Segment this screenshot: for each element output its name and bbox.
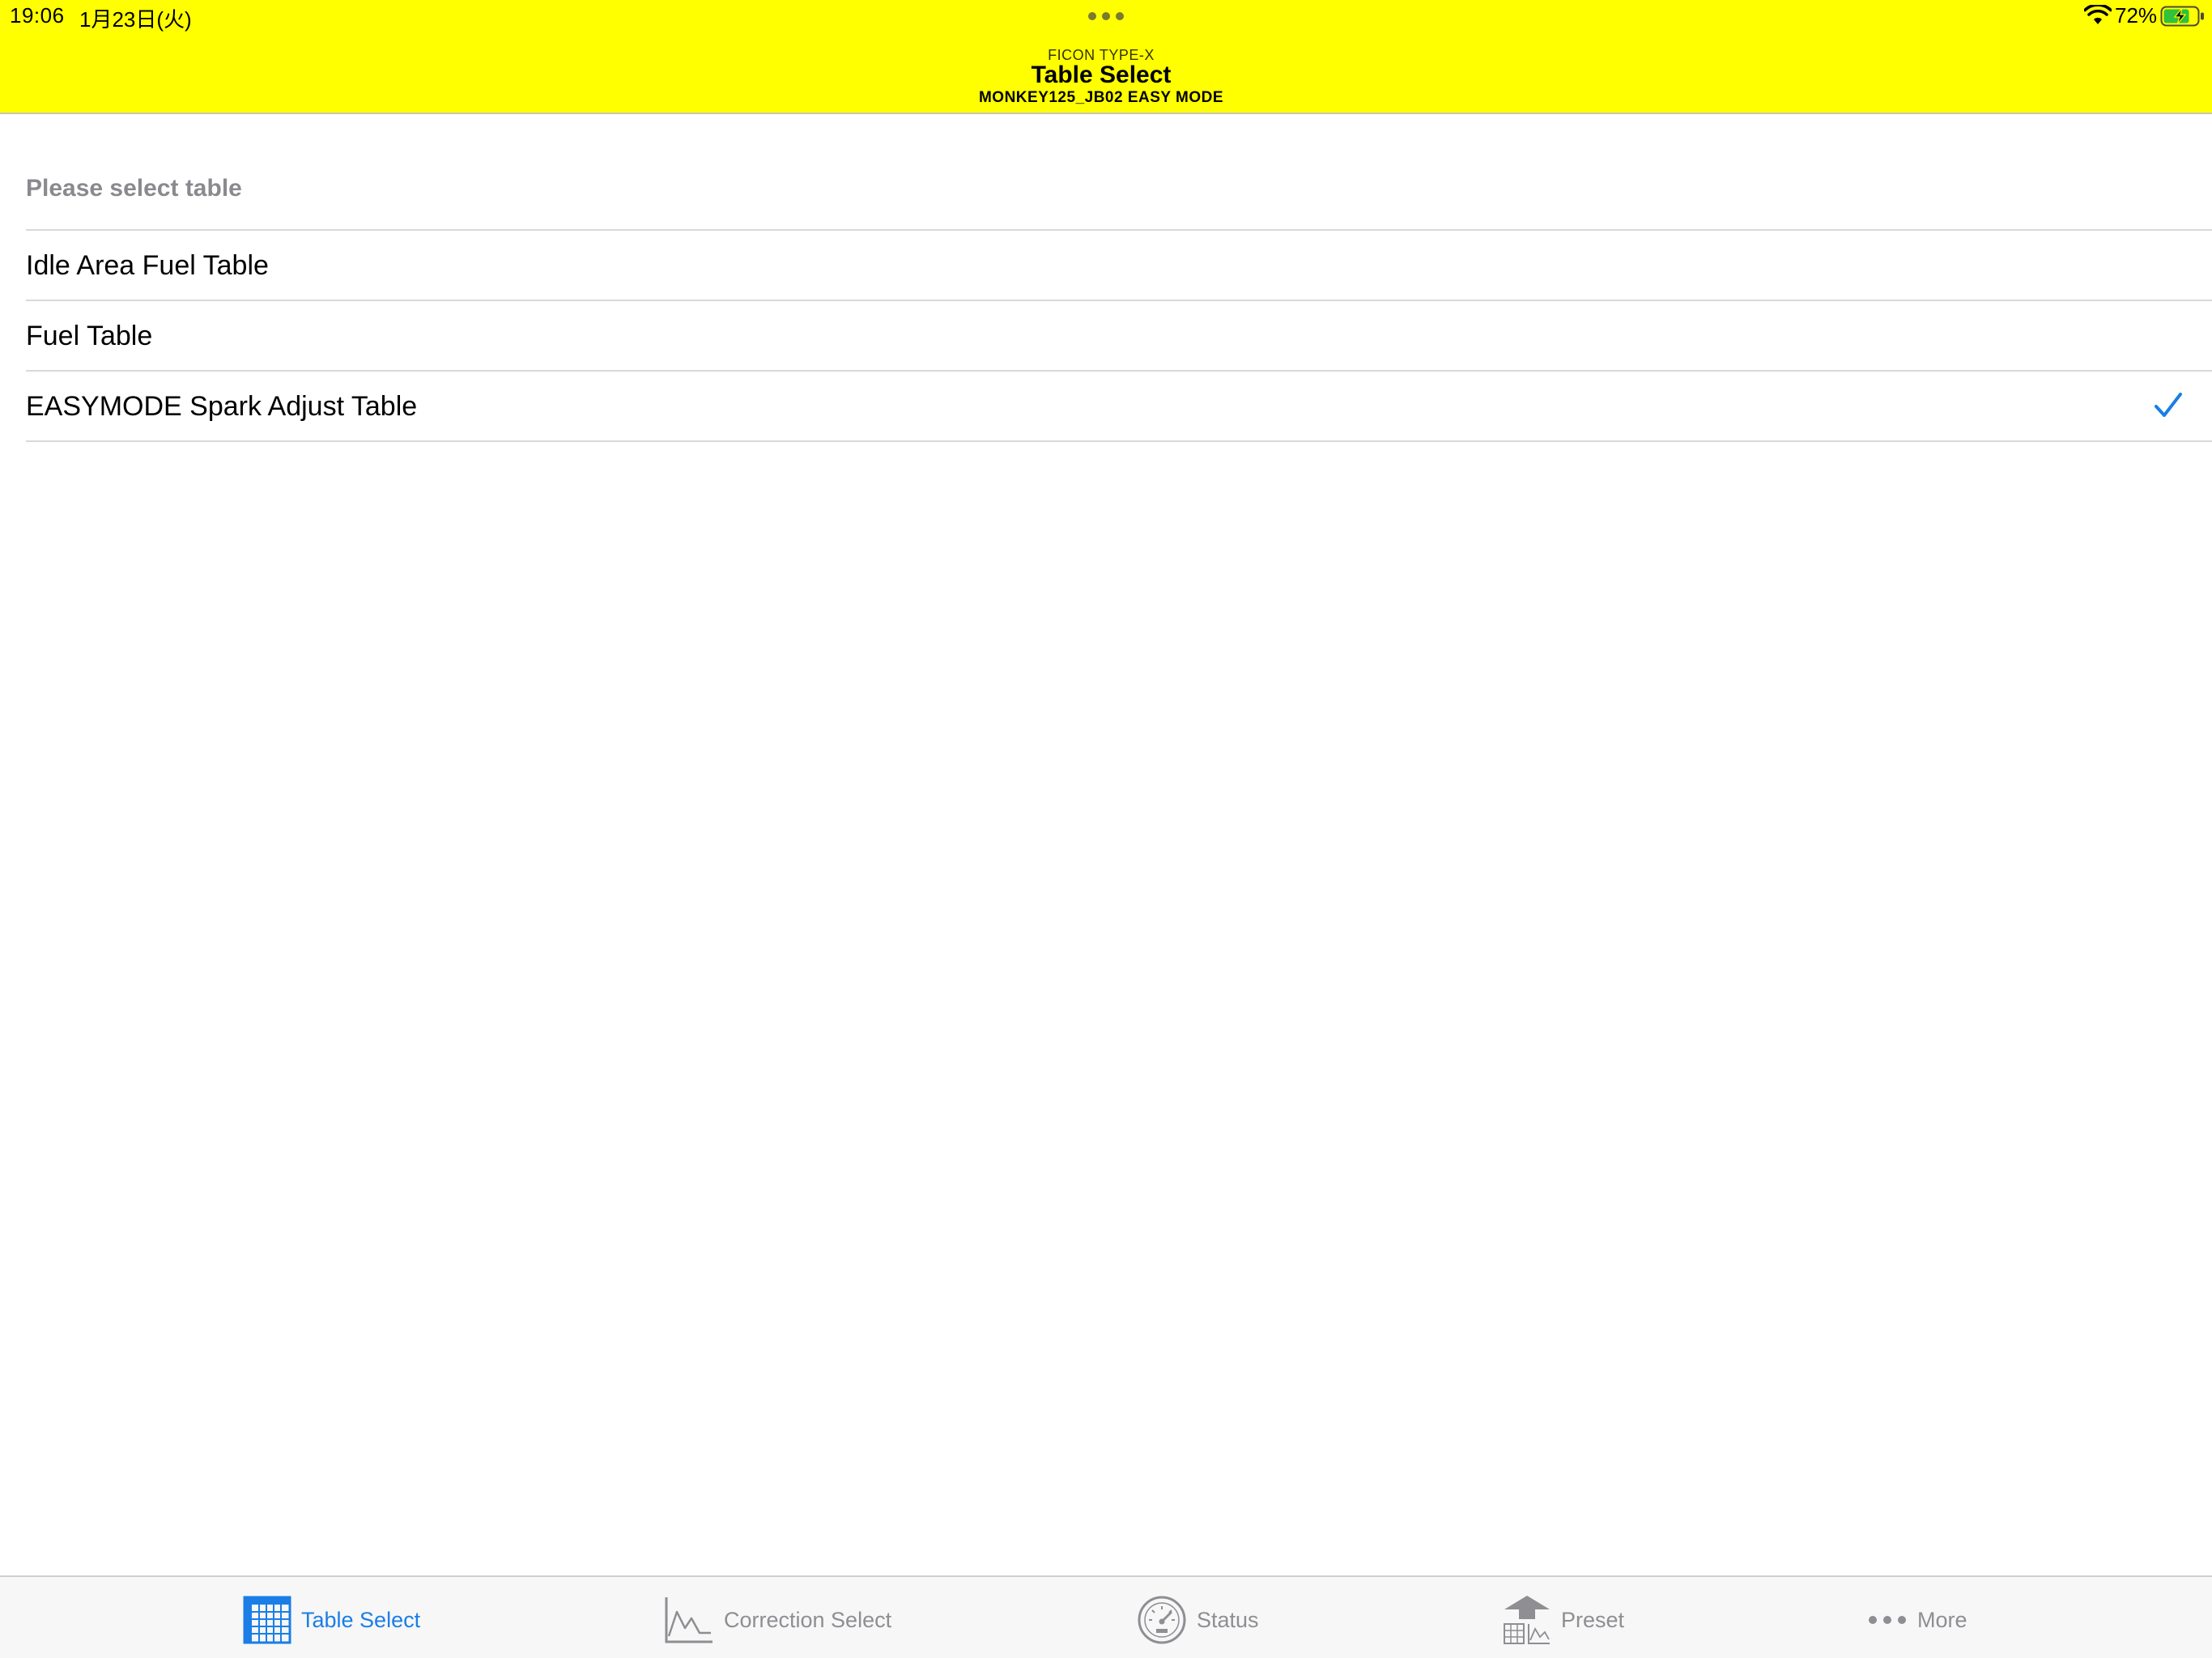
battery-charging-icon (2160, 6, 2204, 27)
more-dots-icon (1869, 1616, 1906, 1624)
tab-status[interactable]: Status (1137, 1593, 1259, 1647)
tab-label: Correction Select (724, 1607, 892, 1632)
wifi-icon (2084, 5, 2112, 24)
preset-upload-icon (1504, 1596, 1550, 1644)
table-row-label: EASYMODE Spark Adjust Table (26, 391, 418, 422)
page-title: Table Select (1031, 62, 1172, 88)
tab-label: Table Select (301, 1607, 421, 1632)
table-list: Idle Area Fuel Table Fuel Table EASYMODE… (26, 229, 2212, 442)
tab-label: More (1917, 1607, 1967, 1632)
table-row-label: Fuel Table (26, 321, 153, 351)
nav-subtitle: MONKEY125_JB02 EASY MODE (978, 89, 1224, 106)
screen: 19:06 1月23日(火) 72% FICON TYPE-X Table Se… (0, 0, 2212, 1658)
status-time: 19:06 (10, 3, 65, 28)
table-row-idle-area-fuel[interactable]: Idle Area Fuel Table (26, 229, 2212, 300)
tab-label: Status (1197, 1607, 1259, 1632)
table-row-easymode-spark-adjust[interactable]: EASYMODE Spark Adjust Table (26, 370, 2212, 442)
table-row-fuel[interactable]: Fuel Table (26, 300, 2212, 370)
status-date: 1月23日(火) (79, 7, 192, 32)
battery-percent: 72% (2115, 3, 2158, 28)
tab-more[interactable]: More (1867, 1593, 1967, 1647)
checkmark-icon (2155, 393, 2182, 417)
tab-table-select[interactable]: Table Select (243, 1593, 420, 1647)
tab-bar: Table Select Correction Select Status Pr… (0, 1575, 2212, 1658)
line-graph-icon (665, 1597, 713, 1643)
tab-preset[interactable]: Preset (1503, 1593, 1624, 1647)
gauge-icon (1138, 1596, 1186, 1644)
tab-label: Preset (1561, 1607, 1625, 1632)
multitasking-dots-icon[interactable] (1088, 11, 1124, 21)
section-header: Please select table (26, 175, 242, 202)
tab-correction-select[interactable]: Correction Select (664, 1593, 891, 1647)
table-row-label: Idle Area Fuel Table (26, 250, 269, 281)
header-bar: 19:06 1月23日(火) 72% FICON TYPE-X Table Se… (0, 0, 2212, 114)
table-grid-icon (243, 1596, 291, 1644)
